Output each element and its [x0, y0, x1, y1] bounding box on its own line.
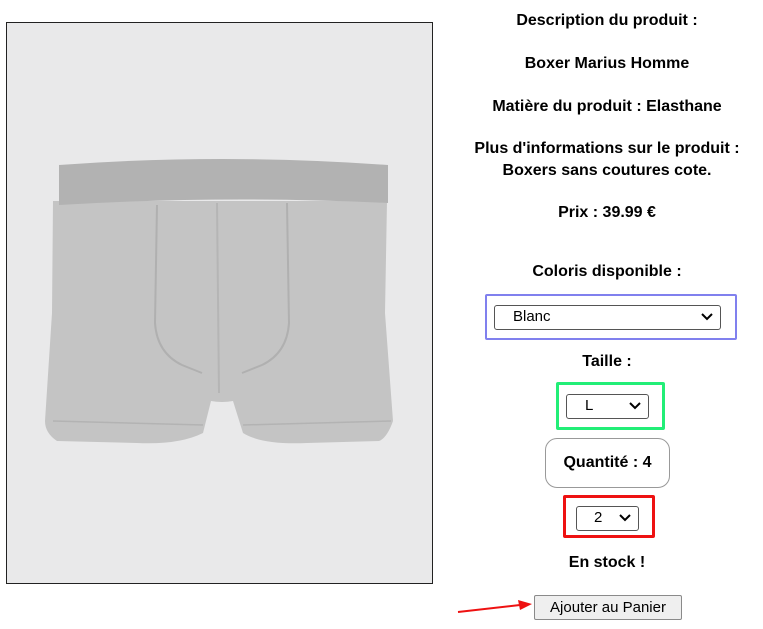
stock-status: En stock !: [568, 554, 646, 571]
boxer-illustration: [45, 159, 393, 444]
description-heading: Description du produit :: [516, 12, 698, 29]
size-label: Taille :: [582, 353, 632, 370]
more-info-heading: Plus d'informations sur le produit :: [474, 140, 740, 157]
color-select-value: Blanc: [513, 308, 551, 325]
quantity-label: Quantité : 4: [545, 438, 670, 488]
quantity-select[interactable]: 2: [576, 506, 639, 531]
color-select[interactable]: Blanc: [494, 305, 721, 330]
product-price: Prix : 39.99 €: [558, 204, 656, 221]
add-to-cart-button[interactable]: Ajouter au Panier: [534, 595, 682, 620]
product-image: [6, 22, 433, 584]
size-select[interactable]: L: [566, 394, 649, 419]
product-material: Matière du produit : Elasthane: [492, 98, 722, 115]
product-name: Boxer Marius Homme: [524, 55, 690, 72]
size-select-value: L: [585, 397, 594, 414]
quantity-select-value: 2: [594, 509, 603, 526]
chevron-down-icon: [629, 402, 641, 410]
chevron-down-icon: [619, 514, 631, 522]
arrow-right-icon: [457, 600, 532, 613]
more-info-text: Boxers sans coutures cote.: [502, 162, 712, 179]
color-label: Coloris disponible :: [532, 263, 682, 280]
chevron-down-icon: [701, 313, 713, 321]
